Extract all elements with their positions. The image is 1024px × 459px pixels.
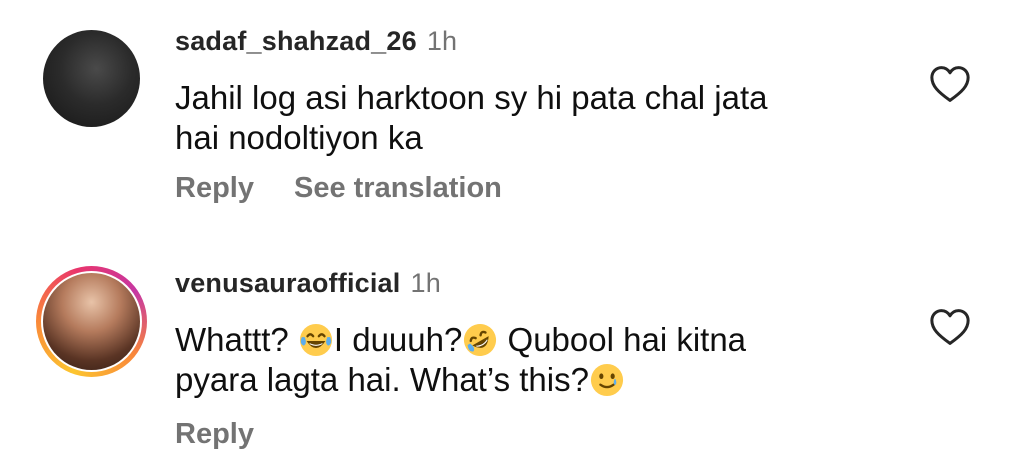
comment-actions: Reply xyxy=(175,418,294,451)
comment-text-line: Jahil log asi harktoon sy hi pata chal j… xyxy=(175,79,768,116)
text-segment: Qubool hai kitna xyxy=(498,321,747,358)
comment-header: venusauraofficial 1h xyxy=(175,268,441,299)
comment-item: sadaf_shahzad_26 1h Jahil log asi harktoo… xyxy=(0,0,1024,230)
avatar[interactable] xyxy=(43,30,140,127)
see-translation-button[interactable]: See translation xyxy=(294,172,502,204)
avatar[interactable] xyxy=(43,273,140,370)
username-link[interactable]: sadaf_shahzad_26 xyxy=(175,26,417,56)
text-segment: pyara lagta hai. What’s this? xyxy=(175,361,589,398)
comment-text: Jahil log asi harktoon sy hi pata chal j… xyxy=(175,78,895,158)
comment-text: Whattt? I duuuh? Qubool hai kitna pyara … xyxy=(175,320,895,400)
heart-outline-icon[interactable] xyxy=(929,308,971,346)
face-with-tears-of-joy-icon xyxy=(299,323,332,357)
reply-button[interactable]: Reply xyxy=(175,172,254,204)
timestamp: 1h xyxy=(410,268,441,298)
text-segment: Whattt? xyxy=(175,321,298,358)
comment-text-line: Whattt? I duuuh? Qubool hai kitna xyxy=(175,320,895,360)
smiling-face-with-tear-icon xyxy=(590,363,624,397)
reply-button[interactable]: Reply xyxy=(175,418,254,450)
comment-actions: Reply See translation xyxy=(175,172,542,205)
text-segment: I duuuh? xyxy=(333,321,463,358)
timestamp: 1h xyxy=(426,26,458,56)
heart-outline-icon[interactable] xyxy=(929,65,971,103)
comment-item: venusauraofficial 1h Whattt? I duuuh? Qu… xyxy=(0,238,1024,459)
comment-text-line: pyara lagta hai. What’s this? xyxy=(175,360,895,400)
username-link[interactable]: venusauraofficial xyxy=(175,268,400,298)
rolling-on-floor-laughing-icon xyxy=(464,323,497,357)
comment-text-line: hai nodoltiyon ka xyxy=(175,119,423,156)
comment-header: sadaf_shahzad_26 1h xyxy=(175,26,457,57)
